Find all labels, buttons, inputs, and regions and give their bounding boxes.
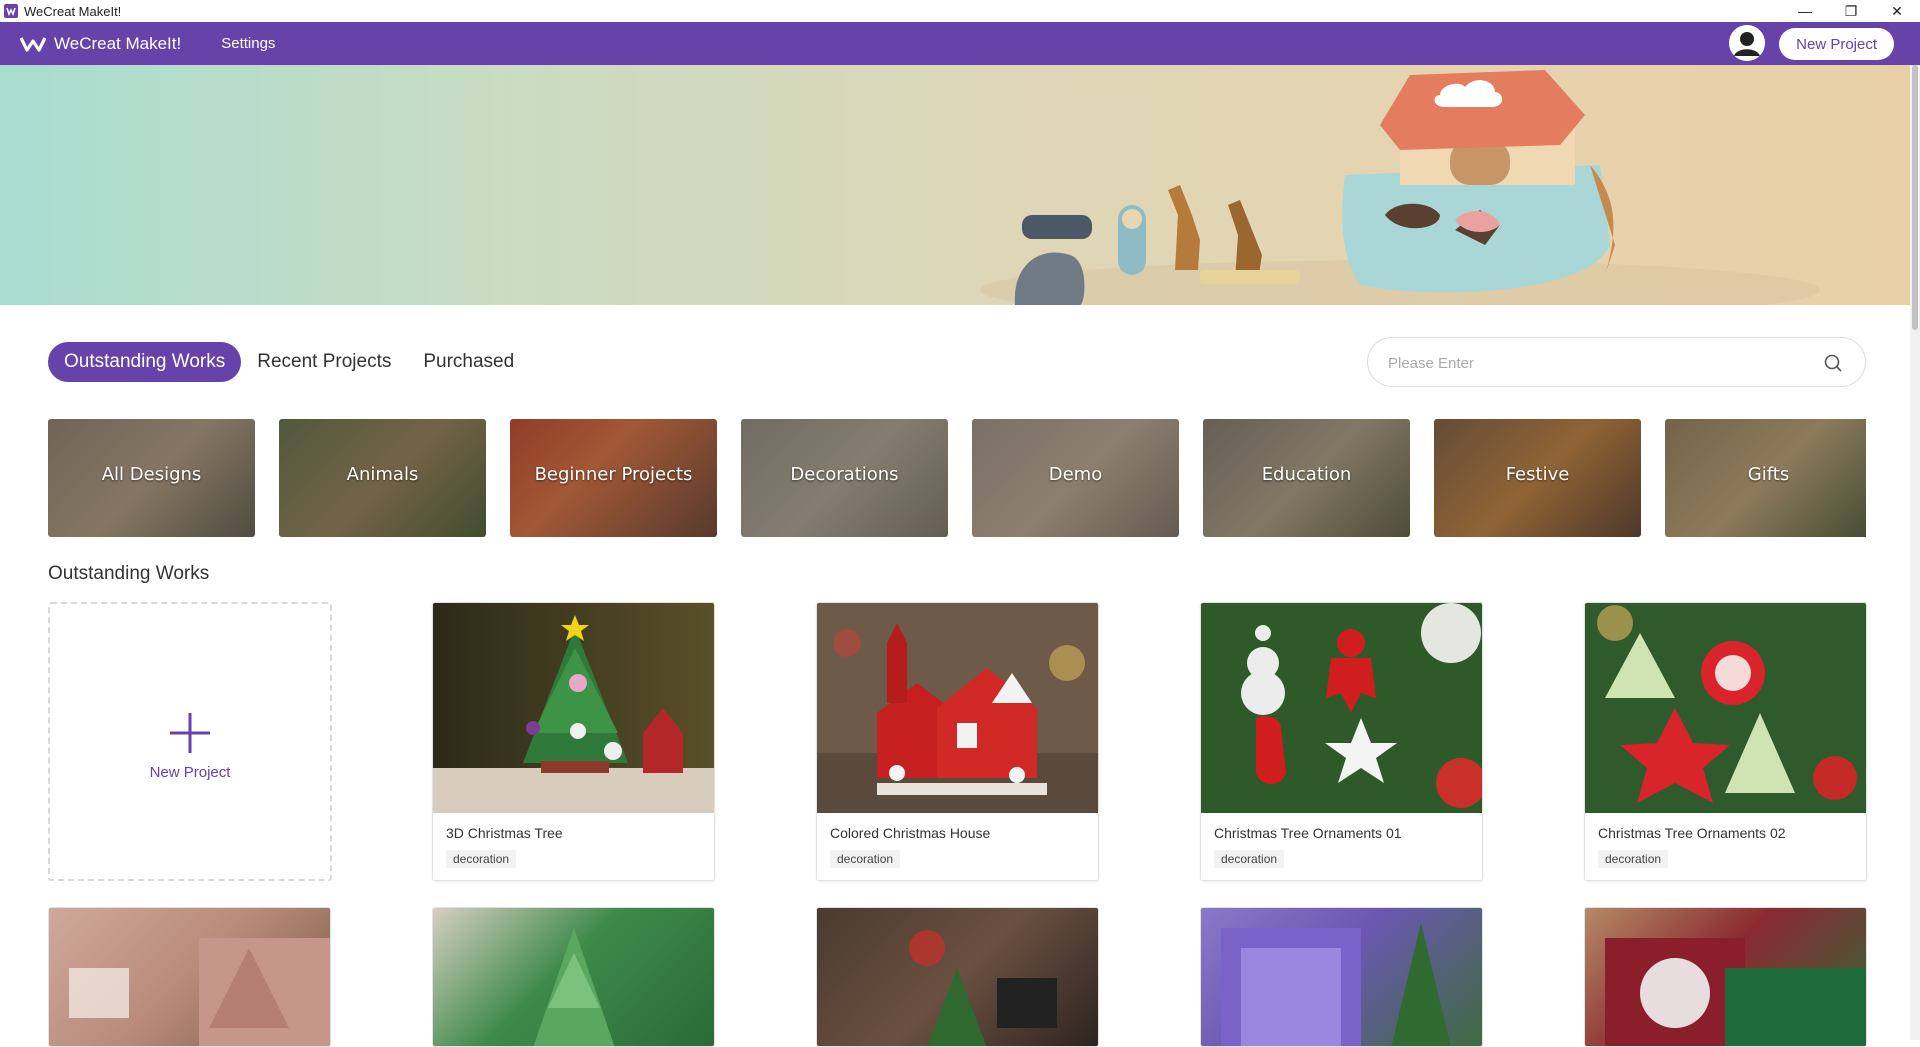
project-card[interactable]: 3D Christmas Tree decoration	[432, 602, 715, 881]
tab-recent-projects[interactable]: Recent Projects	[241, 342, 407, 382]
search-icon[interactable]	[1823, 353, 1843, 373]
project-card[interactable]	[432, 907, 715, 1047]
category-decorations[interactable]: Decorations	[741, 419, 948, 537]
search-box	[1367, 337, 1866, 387]
category-label: Demo	[1048, 464, 1103, 485]
category-gifts[interactable]: Gifts	[1665, 419, 1866, 537]
brand-logo-icon	[20, 36, 46, 52]
category-strip: All Designs Animals Beginner Projects De…	[48, 419, 1866, 537]
project-title: 3D Christmas Tree	[446, 825, 563, 841]
project-card[interactable]	[48, 907, 331, 1047]
category-label: Beginner Projects	[534, 464, 693, 485]
search-input[interactable]	[1388, 350, 1808, 376]
brand-name: WeCreat MakeIt!	[54, 33, 182, 53]
project-thumbnail	[1605, 938, 1866, 1046]
project-thumbnail	[909, 930, 1057, 1046]
tab-bar: Outstanding Works Recent Projects Purcha…	[48, 342, 530, 382]
minimize-icon[interactable]: —	[1782, 0, 1828, 22]
project-title: Christmas Tree Ornaments 01	[1214, 825, 1402, 841]
user-avatar-icon	[1729, 25, 1765, 61]
project-thumbnail	[433, 603, 714, 813]
app-header: WeCreat MakeIt! Settings New Project	[0, 22, 1920, 65]
category-label: All Designs	[101, 464, 202, 485]
close-icon[interactable]: ✕	[1874, 0, 1920, 22]
project-thumbnail	[1585, 603, 1866, 813]
window-title: WeCreat MakeIt!	[24, 3, 122, 19]
project-title: Colored Christmas House	[830, 825, 991, 841]
category-label: Gifts	[1747, 464, 1790, 485]
brand[interactable]: WeCreat MakeIt!	[20, 34, 181, 54]
project-tag: decoration	[446, 850, 517, 868]
project-card[interactable]: Colored Christmas House decoration	[816, 602, 1099, 881]
restore-icon[interactable]: ❐	[1828, 0, 1874, 22]
avatar[interactable]	[1729, 25, 1765, 61]
category-label: Decorations	[790, 464, 899, 485]
category-beginner-projects[interactable]: Beginner Projects	[510, 419, 717, 537]
category-label: Education	[1261, 464, 1352, 485]
category-demo[interactable]: Demo	[972, 419, 1179, 537]
category-label: Animals	[346, 464, 419, 485]
plus-icon	[170, 713, 210, 753]
project-thumbnail	[817, 603, 1098, 813]
tab-outstanding-works[interactable]: Outstanding Works	[48, 342, 242, 382]
project-thumbnail	[533, 928, 615, 1046]
project-card[interactable]: Christmas Tree Ornaments 01 decoration	[1200, 602, 1483, 881]
banner-illustration	[980, 70, 1820, 305]
category-label: Festive	[1505, 464, 1570, 485]
page-scrollbar[interactable]	[1910, 65, 1920, 1040]
scrollbar-thumb[interactable]	[1912, 65, 1918, 330]
project-thumbnail	[1221, 923, 1451, 1046]
section-title: Outstanding Works	[48, 563, 210, 584]
project-tag: decoration	[1214, 850, 1285, 868]
new-project-card[interactable]: New Project	[48, 602, 332, 881]
new-project-label: New Project	[149, 764, 231, 781]
app-icon	[4, 4, 18, 18]
project-title: Christmas Tree Ornaments 02	[1598, 825, 1786, 841]
window-titlebar: WeCreat MakeIt! — ❐ ✕	[0, 0, 1920, 22]
hero-banner	[0, 65, 1910, 305]
category-animals[interactable]: Animals	[279, 419, 486, 537]
project-tag: decoration	[830, 850, 901, 868]
project-card[interactable]	[816, 907, 1099, 1047]
header-new-project-button[interactable]: New Project	[1779, 28, 1894, 60]
project-tag: decoration	[1598, 850, 1669, 868]
category-festive[interactable]: Festive	[1434, 419, 1641, 537]
category-education[interactable]: Education	[1203, 419, 1410, 537]
tab-purchased[interactable]: Purchased	[407, 342, 530, 382]
project-thumbnail	[1201, 603, 1482, 813]
project-thumbnail	[69, 938, 330, 1046]
project-card[interactable]: Christmas Tree Ornaments 02 decoration	[1584, 602, 1867, 881]
category-all-designs[interactable]: All Designs	[48, 419, 255, 537]
project-card[interactable]	[1200, 907, 1483, 1047]
project-card[interactable]	[1584, 907, 1867, 1047]
settings-link[interactable]: Settings	[221, 35, 275, 52]
